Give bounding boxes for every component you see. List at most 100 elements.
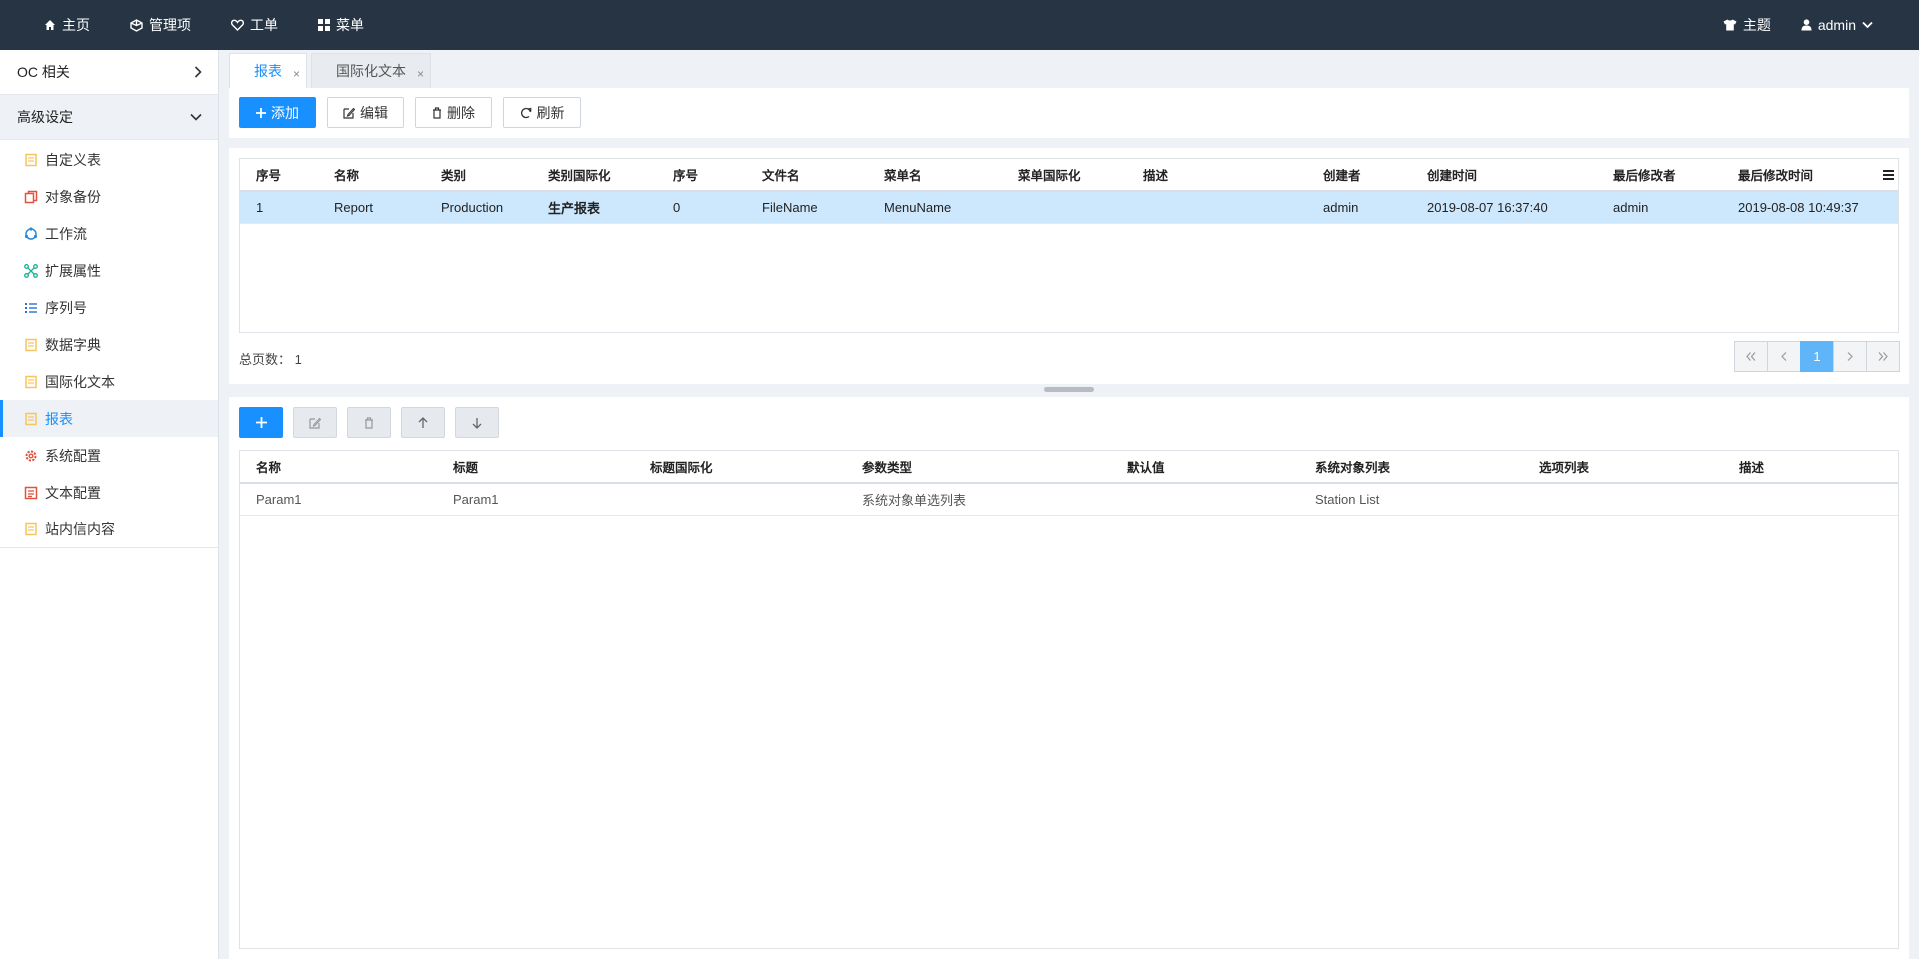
tab-label: 国际化文本 bbox=[336, 63, 406, 79]
refresh-button-label: 刷新 bbox=[536, 104, 565, 121]
column-header[interactable]: 文件名 bbox=[746, 159, 868, 192]
trash-icon bbox=[433, 106, 441, 119]
add-param-button[interactable] bbox=[239, 407, 283, 438]
edit-icon bbox=[309, 417, 321, 429]
topnav-home[interactable]: 主页 bbox=[44, 15, 90, 35]
prev-page-button[interactable] bbox=[1767, 341, 1801, 372]
sidebar-item-message-content[interactable]: 站内信内容 bbox=[0, 511, 218, 548]
close-icon[interactable]: × bbox=[293, 67, 300, 81]
sidebar-item-text-config[interactable]: 文本配置 bbox=[0, 474, 218, 511]
column-header[interactable]: 最后修改者 bbox=[1597, 159, 1722, 192]
delete-button[interactable]: 删除 bbox=[415, 97, 492, 128]
sidebar-item-label: 序列号 bbox=[45, 299, 87, 316]
table-cell: FileName bbox=[746, 191, 868, 224]
tab-i18n-text[interactable]: 国际化文本 × bbox=[311, 53, 431, 88]
table-header-row: 名称 标题 标题国际化 参数类型 默认值 系统对象列表 选项列表 描述 bbox=[240, 451, 1898, 484]
column-header[interactable]: 序号 bbox=[657, 159, 746, 192]
tab-report[interactable]: 报表 × bbox=[229, 53, 307, 88]
topnav-workorder-label: 工单 bbox=[250, 17, 278, 33]
sidebar-item-label: 国际化文本 bbox=[45, 373, 115, 390]
column-header[interactable]: 参数类型 bbox=[846, 451, 1111, 484]
theme-label: 主题 bbox=[1742, 17, 1771, 33]
column-header[interactable]: 描述 bbox=[1127, 159, 1307, 192]
column-header[interactable]: 类别国际化 bbox=[532, 159, 657, 192]
column-header[interactable]: 名称 bbox=[240, 451, 437, 484]
edit-param-button[interactable] bbox=[293, 407, 337, 438]
double-chevron-left-icon bbox=[1746, 352, 1756, 361]
page-total: 总页数： 1 bbox=[239, 349, 302, 368]
table-cell bbox=[1127, 191, 1307, 224]
column-header[interactable]: 创建者 bbox=[1307, 159, 1411, 192]
table-cell bbox=[634, 483, 846, 516]
column-header[interactable]: 名称 bbox=[318, 159, 425, 192]
last-page-button[interactable] bbox=[1866, 341, 1900, 372]
edit-icon bbox=[343, 107, 355, 119]
top-right-area: 主题 admin bbox=[1693, 0, 1879, 50]
add-button-label: 添加 bbox=[271, 104, 299, 121]
refresh-button[interactable]: 刷新 bbox=[503, 97, 581, 128]
delete-param-button[interactable] bbox=[347, 407, 391, 438]
move-up-button[interactable] bbox=[401, 407, 445, 438]
sidebar-item-object-backup[interactable]: 对象备份 bbox=[0, 178, 218, 215]
sidebar-item-serial-number[interactable]: 序列号 bbox=[0, 289, 218, 326]
theme-button[interactable]: 主题 bbox=[1723, 15, 1771, 35]
move-down-button[interactable] bbox=[455, 407, 499, 438]
edit-button[interactable]: 编辑 bbox=[327, 97, 404, 128]
column-header[interactable]: 最后修改时间 bbox=[1722, 159, 1898, 192]
topnav-menu[interactable]: 菜单 bbox=[318, 15, 364, 35]
sidebar-item-custom-table[interactable]: 自定义表 bbox=[0, 141, 218, 178]
table-cell: Param1 bbox=[240, 483, 437, 516]
first-page-button[interactable] bbox=[1734, 341, 1768, 372]
column-header[interactable]: 标题国际化 bbox=[634, 451, 846, 484]
sidebar-item-report[interactable]: 报表 bbox=[0, 400, 218, 437]
table-cell: 2019-08-08 10:49:37 bbox=[1722, 191, 1898, 224]
splitter-handle[interactable] bbox=[1044, 387, 1094, 392]
column-header[interactable]: 标题 bbox=[437, 451, 634, 484]
sidebar-item-label: 数据字典 bbox=[45, 336, 101, 353]
add-button[interactable]: 添加 bbox=[239, 97, 316, 128]
sidebar-item-data-dictionary[interactable]: 数据字典 bbox=[0, 326, 218, 363]
sidebar-group-advanced[interactable]: 高级设定 bbox=[0, 95, 218, 140]
table-row[interactable]: Param1 Param1 系统对象单选列表 Station List bbox=[240, 483, 1898, 516]
sidebar-item-i18n-text[interactable]: 国际化文本 bbox=[0, 363, 218, 400]
topnav-management[interactable]: 管理项 bbox=[130, 15, 191, 35]
table-cell: Param1 bbox=[437, 483, 634, 516]
sidebar-item-label: 自定义表 bbox=[45, 151, 101, 168]
column-header[interactable]: 默认值 bbox=[1111, 451, 1299, 484]
column-header[interactable]: 描述 bbox=[1723, 451, 1898, 484]
column-header[interactable]: 选项列表 bbox=[1523, 451, 1723, 484]
column-menu-icon[interactable] bbox=[1883, 170, 1894, 180]
topnav-menu-label: 菜单 bbox=[336, 17, 364, 33]
table-cell: 系统对象单选列表 bbox=[846, 483, 1111, 516]
top-nav: 主页 管理项 工单 菜单 bbox=[44, 0, 404, 50]
user-menu[interactable]: admin bbox=[1801, 17, 1879, 33]
next-page-button[interactable] bbox=[1833, 341, 1867, 372]
sidebar-item-system-config[interactable]: 系统配置 bbox=[0, 437, 218, 474]
close-icon[interactable]: × bbox=[417, 67, 424, 81]
column-header[interactable]: 创建时间 bbox=[1411, 159, 1597, 192]
column-header[interactable]: 序号 bbox=[240, 159, 318, 192]
table-cell bbox=[1002, 191, 1127, 224]
list-icon bbox=[25, 302, 37, 313]
column-header[interactable]: 系统对象列表 bbox=[1299, 451, 1523, 484]
arrow-down-icon bbox=[472, 417, 482, 429]
sidebar-item-workflow[interactable]: 工作流 bbox=[0, 215, 218, 252]
page-number-button[interactable]: 1 bbox=[1800, 341, 1834, 372]
column-header[interactable]: 菜单名 bbox=[868, 159, 1002, 192]
chevron-down-icon bbox=[1862, 21, 1873, 29]
sidebar-group-oc[interactable]: OC 相关 bbox=[0, 50, 218, 95]
column-header[interactable]: 类别 bbox=[425, 159, 532, 192]
tab-label: 报表 bbox=[254, 63, 282, 79]
table-cell: admin bbox=[1307, 191, 1411, 224]
sidebar-item-extended-attrs[interactable]: 扩展属性 bbox=[0, 252, 218, 289]
edit-button-label: 编辑 bbox=[360, 104, 388, 121]
topnav-workorder[interactable]: 工单 bbox=[231, 15, 278, 35]
topnav-home-label: 主页 bbox=[62, 17, 90, 33]
table-cell bbox=[1523, 483, 1723, 516]
table-row[interactable]: 1 Report Production 生产报表 0 FileName Menu… bbox=[240, 191, 1898, 224]
folder-icon bbox=[25, 522, 37, 536]
delete-button-label: 删除 bbox=[447, 104, 475, 121]
plus-icon bbox=[256, 107, 266, 118]
column-header[interactable]: 菜单国际化 bbox=[1002, 159, 1127, 192]
chevron-down-icon bbox=[190, 113, 202, 121]
